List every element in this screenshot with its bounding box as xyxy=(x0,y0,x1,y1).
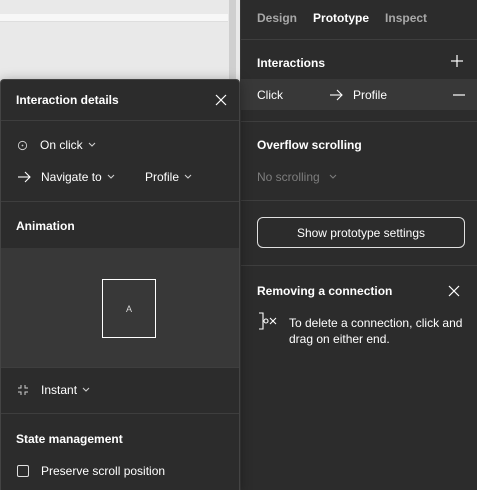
animation-preview: A xyxy=(1,248,239,367)
tab-design[interactable]: Design xyxy=(257,11,297,25)
preview-frame: A xyxy=(102,279,156,338)
chevron-down-icon xyxy=(107,174,115,179)
chevron-down-icon xyxy=(82,387,90,392)
transition-dropdown[interactable]: Instant xyxy=(17,383,90,397)
arrow-right-icon xyxy=(330,89,343,101)
divider xyxy=(241,121,477,122)
preserve-scroll-option[interactable]: Preserve scroll position xyxy=(17,464,165,478)
overflow-title: Overflow scrolling xyxy=(257,138,362,152)
properties-panel: Design Prototype Inspect Interactions Cl… xyxy=(240,0,477,490)
action-value: Navigate to xyxy=(41,170,102,184)
chevron-down-icon xyxy=(88,142,96,147)
interaction-details-popup: Interaction details On click Navigate to… xyxy=(0,79,240,490)
interaction-target: Profile xyxy=(353,88,388,102)
overflow-dropdown[interactable]: No scrolling xyxy=(257,170,337,184)
tab-prototype[interactable]: Prototype xyxy=(313,11,369,25)
close-icon[interactable] xyxy=(447,284,461,298)
canvas-scrollbar[interactable] xyxy=(229,0,236,80)
preserve-scroll-label: Preserve scroll position xyxy=(41,464,166,478)
overflow-value: No scrolling xyxy=(257,170,320,184)
panel-tabs: Design Prototype Inspect xyxy=(257,11,443,25)
remove-interaction-icon[interactable] xyxy=(452,88,466,102)
preserve-scroll-checkbox[interactable] xyxy=(17,465,29,477)
destination-dropdown[interactable]: Profile xyxy=(145,170,192,184)
add-interaction-icon[interactable] xyxy=(449,53,465,69)
interactions-title: Interactions xyxy=(257,56,326,70)
preview-label: A xyxy=(125,303,132,314)
divider xyxy=(1,120,239,121)
close-icon[interactable] xyxy=(214,93,228,107)
destination-value: Profile xyxy=(145,170,180,184)
animation-title: Animation xyxy=(16,219,75,233)
divider xyxy=(1,413,239,414)
tab-inspect[interactable]: Inspect xyxy=(385,11,427,25)
divider xyxy=(241,265,477,266)
trigger-value: On click xyxy=(40,138,83,152)
divider xyxy=(1,201,239,202)
clock-icon xyxy=(17,140,28,150)
instant-icon xyxy=(18,385,28,395)
chevron-down-icon xyxy=(184,174,192,179)
tip-text: To delete a connection, click and drag o… xyxy=(289,316,463,346)
disconnect-icon xyxy=(259,312,277,330)
divider xyxy=(241,200,477,201)
canvas-frame xyxy=(0,14,228,22)
trigger-dropdown[interactable]: On click xyxy=(17,138,96,152)
action-dropdown[interactable]: Navigate to xyxy=(17,170,115,184)
interaction-trigger: Click xyxy=(257,88,283,102)
transition-value: Instant xyxy=(41,383,78,397)
chevron-down-icon xyxy=(329,174,337,179)
show-prototype-settings-button[interactable]: Show prototype settings xyxy=(257,217,465,248)
divider xyxy=(241,39,477,40)
state-management-title: State management xyxy=(16,432,123,446)
interaction-row[interactable]: Click Profile xyxy=(241,79,477,110)
divider xyxy=(1,367,239,368)
popup-title: Interaction details xyxy=(16,93,119,107)
arrow-right-icon xyxy=(18,171,31,183)
tip-title: Removing a connection xyxy=(257,284,393,298)
